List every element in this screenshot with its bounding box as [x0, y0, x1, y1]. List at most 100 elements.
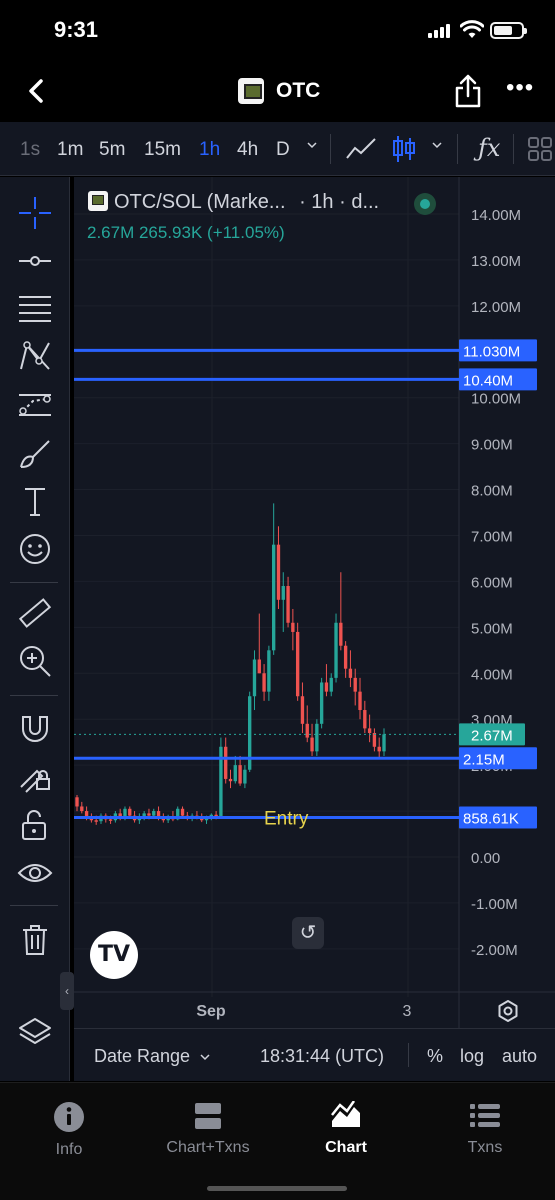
tradingview-logo[interactable]: TV: [90, 931, 138, 979]
candle-body: [233, 765, 237, 782]
chevron-down-icon[interactable]: [432, 140, 442, 150]
tab-label: Chart+Txns: [166, 1139, 250, 1156]
tab-txns[interactable]: Txns: [425, 1101, 545, 1157]
candle-body: [372, 732, 377, 747]
candle-body: [224, 746, 228, 779]
interval-1s[interactable]: 1s: [20, 139, 40, 161]
brush-icon[interactable]: [17, 435, 53, 471]
interval-5m[interactable]: 5m: [99, 139, 125, 161]
candle-body: [367, 728, 372, 733]
horizontal-line-tool-icon[interactable]: [17, 243, 53, 279]
y-tick-label: 6.00M: [471, 574, 513, 591]
candle-body: [315, 723, 319, 752]
candle-body: [310, 737, 314, 752]
price-line-label: 11.030M: [463, 343, 520, 360]
y-tick-label: 13.00M: [471, 253, 521, 270]
candle-body: [358, 691, 362, 711]
interval-1h[interactable]: 1h: [199, 139, 220, 161]
candle-body: [262, 673, 266, 692]
token-logo: [238, 78, 264, 104]
ruler-icon[interactable]: [17, 595, 53, 631]
unlock-icon[interactable]: [17, 807, 53, 843]
pattern-tool-icon[interactable]: [17, 339, 53, 375]
interval-d[interactable]: D: [276, 139, 290, 161]
price-chart[interactable]: 14.00M13.00M12.00M11.00M10.00M9.00M8.00M…: [74, 177, 555, 1081]
candle-body: [334, 622, 338, 678]
live-status-indicator: [414, 193, 436, 215]
price-line-label: 858.61K: [463, 811, 519, 828]
chevron-down-icon[interactable]: [307, 140, 317, 150]
last-price-label: 2.67M: [471, 727, 513, 744]
utc-clock[interactable]: 18:31:44 (UTC): [260, 1046, 384, 1067]
split-view-icon: [195, 1103, 221, 1129]
y-tick-label: 5.00M: [471, 620, 513, 637]
candle-body: [300, 696, 305, 724]
lock-drawing-icon[interactable]: [17, 757, 53, 793]
chart-icon: [331, 1101, 360, 1127]
legend-interval: · 1h · d...: [299, 191, 380, 213]
candle-body: [281, 586, 285, 600]
y-tick-label: 14.00M: [471, 207, 521, 224]
magnet-icon[interactable]: [17, 709, 53, 745]
status-time: 9:31: [54, 17, 99, 42]
price-line-label: 2.15M: [463, 751, 505, 768]
y-tick-label: 9.00M: [471, 437, 513, 454]
date-range-button[interactable]: Date Range: [94, 1046, 211, 1067]
interval-4h[interactable]: 4h: [237, 139, 258, 161]
chart-canvas[interactable]: 14.00M13.00M12.00M11.00M10.00M9.00M8.00M…: [74, 177, 555, 1028]
forecast-tool-icon[interactable]: [17, 387, 53, 423]
y-tick-label: 12.00M: [471, 299, 521, 316]
collapse-toolbar-button[interactable]: ‹: [60, 972, 74, 1010]
page-title: OTC: [276, 79, 321, 102]
trash-icon[interactable]: [17, 921, 53, 957]
emoji-icon[interactable]: [17, 531, 53, 567]
text-tool-icon[interactable]: [17, 483, 53, 519]
home-indicator: [207, 1186, 347, 1191]
candle-body: [339, 622, 343, 646]
legend-symbol[interactable]: OTC/SOL (Marke...: [114, 191, 286, 213]
candle-body: [363, 710, 367, 729]
layers-icon[interactable]: [18, 1016, 52, 1050]
toolbar-divider: [330, 134, 331, 164]
crosshair-icon[interactable]: [17, 195, 53, 231]
candle-body: [353, 677, 357, 692]
auto-scale-toggle[interactable]: auto: [502, 1046, 537, 1067]
indicators-icon[interactable]: ƒx: [478, 134, 500, 162]
interval-toolbar: 1s 1m 5m 15m 1h 4h D ƒx: [0, 122, 555, 176]
percent-scale-toggle[interactable]: %: [427, 1046, 443, 1067]
candle-body: [228, 778, 233, 782]
y-tick-label: -1.00M: [471, 896, 518, 913]
list-icon: [470, 1104, 500, 1127]
line-chart-type-icon[interactable]: [345, 136, 377, 162]
interval-15m[interactable]: 15m: [144, 139, 181, 161]
tab-label: Info: [55, 1141, 83, 1158]
interval-1m[interactable]: 1m: [57, 139, 83, 161]
eye-icon[interactable]: [17, 855, 53, 891]
tab-info[interactable]: Info: [9, 1101, 129, 1159]
candle-body: [305, 723, 309, 738]
y-tick-label: 0.00: [471, 850, 500, 867]
wifi-icon: [460, 20, 484, 38]
candle-body: [80, 806, 84, 812]
zoom-in-icon[interactable]: [17, 643, 53, 679]
fib-retracement-icon[interactable]: [17, 291, 53, 327]
candle-body: [382, 734, 386, 752]
toolbar-divider: [10, 582, 58, 583]
tab-chart[interactable]: Chart: [286, 1101, 406, 1157]
candles-chart-type-icon[interactable]: [392, 134, 416, 164]
tab-chart-txns[interactable]: Chart+Txns: [148, 1101, 268, 1157]
reset-chart-button[interactable]: ↺: [292, 917, 324, 949]
candle-body: [271, 544, 276, 651]
candle-body: [252, 659, 257, 697]
candle-body: [286, 586, 290, 623]
back-icon[interactable]: [22, 76, 52, 106]
chevron-down-icon: [200, 1054, 210, 1061]
share-icon[interactable]: [454, 74, 482, 108]
candle-body: [243, 769, 247, 784]
settings-icon[interactable]: [496, 999, 520, 1023]
candle-body: [291, 622, 295, 632]
date-range-label: Date Range: [94, 1046, 191, 1066]
layout-grid-icon[interactable]: [528, 137, 552, 161]
log-scale-toggle[interactable]: log: [460, 1046, 484, 1067]
candle-body: [94, 820, 98, 822]
